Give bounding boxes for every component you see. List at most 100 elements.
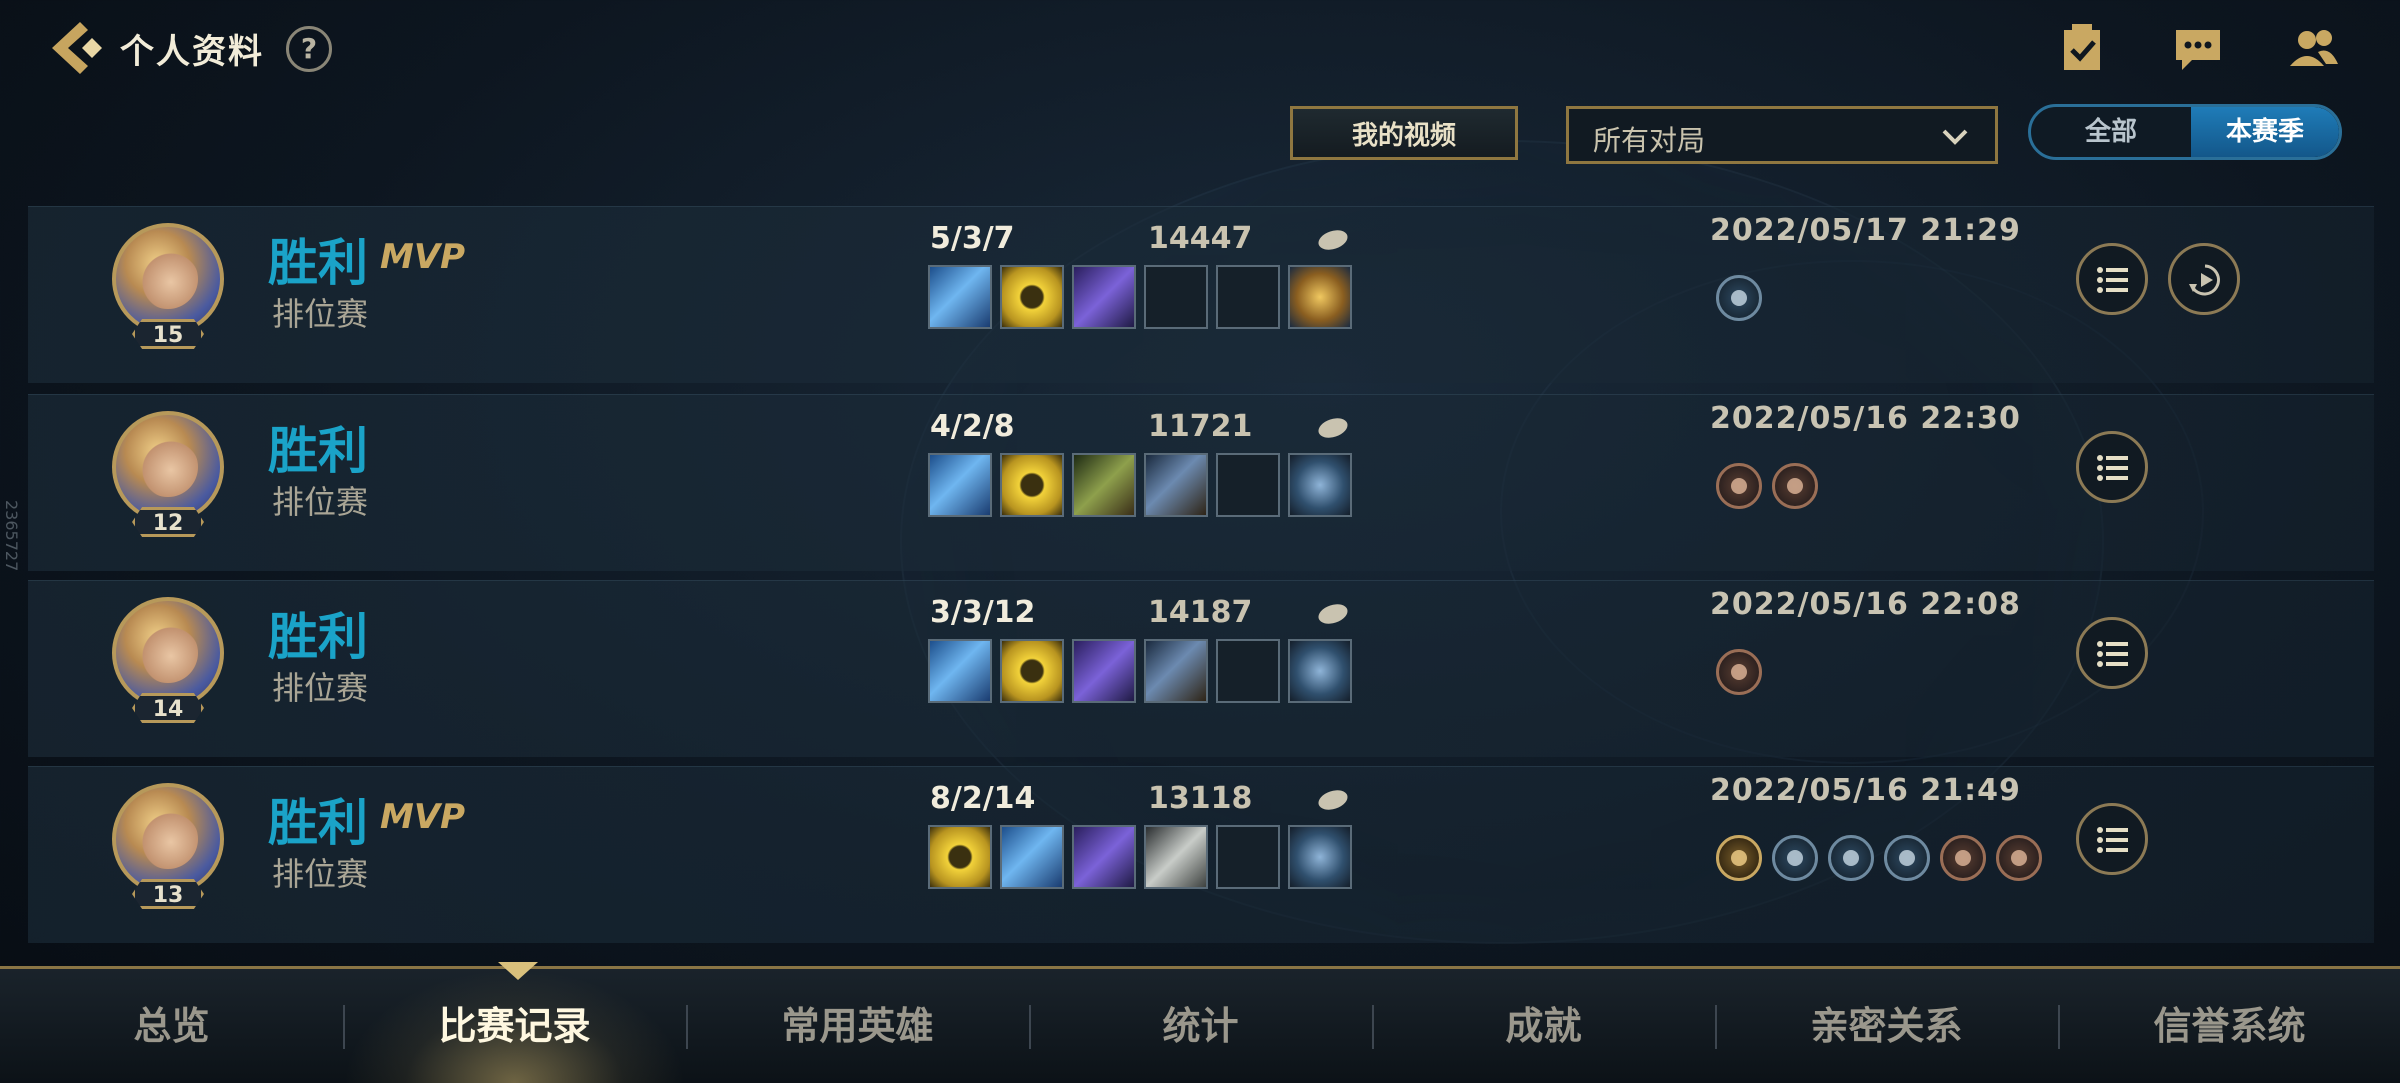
gold-coin-icon: [1315, 226, 1351, 254]
empty-item-icon[interactable]: [1144, 265, 1208, 329]
medal-emblem: [1787, 850, 1803, 866]
bow-item-icon[interactable]: [1144, 453, 1208, 517]
back-chevron-icon: [52, 22, 102, 74]
gold-triangle-item-icon[interactable]: [1000, 639, 1064, 703]
nav-separator: [1715, 1005, 1717, 1049]
green-dagger-item-icon[interactable]: [1072, 453, 1136, 517]
game-mode: 排位赛: [272, 483, 369, 521]
nav-separator: [2058, 1005, 2060, 1049]
purple-blade-item-icon[interactable]: [1072, 265, 1136, 329]
blue-medal-icon[interactable]: [1828, 835, 1874, 881]
medal-emblem: [2011, 850, 2027, 866]
blue-blade-item-icon[interactable]: [928, 639, 992, 703]
match-details-button[interactable]: [2076, 803, 2148, 875]
bronze-medal-icon[interactable]: [1996, 835, 2042, 881]
friends-icon[interactable]: [2288, 22, 2340, 74]
blue-trinket-item-icon[interactable]: [1288, 639, 1352, 703]
match-details-button[interactable]: [2076, 617, 2148, 689]
medal-emblem: [1787, 478, 1803, 494]
gold-coin-icon: [1315, 600, 1351, 628]
medal-emblem: [1731, 290, 1747, 306]
champion-avatar: [112, 783, 224, 895]
match-row[interactable]: 14 胜利 排位赛 3/3/12 14187 2022/05/16 22:08: [28, 580, 2374, 757]
nav-tab[interactable]: 总览: [0, 969, 343, 1083]
empty-item-icon[interactable]: [1216, 639, 1280, 703]
gold-triangle-item-icon[interactable]: [1000, 453, 1064, 517]
active-tab-pointer-icon: [498, 962, 538, 980]
champion-portrait: [138, 623, 198, 683]
blue-blade-item-icon[interactable]: [928, 265, 992, 329]
champion-level-badge: 15: [132, 319, 204, 349]
match-datetime: 2022/05/16 22:08: [1710, 587, 2021, 622]
gold-medal-icon[interactable]: [1716, 835, 1762, 881]
blue-trinket-item-icon[interactable]: [1288, 453, 1352, 517]
purple-blade-item-icon[interactable]: [1072, 639, 1136, 703]
gold-coin-icon: [1315, 786, 1351, 814]
empty-item-icon[interactable]: [1216, 825, 1280, 889]
kda-stats: 4/2/8: [930, 409, 1015, 444]
gold-trinket-item-icon[interactable]: [1288, 265, 1352, 329]
champion-level-badge: 13: [132, 879, 204, 909]
nav-tab[interactable]: 信誉系统: [2058, 969, 2400, 1083]
nav-tab[interactable]: 常用英雄: [686, 969, 1029, 1083]
medal-emblem: [1899, 850, 1915, 866]
bottom-nav: 总览 比赛记录 常用英雄 统计 成就 亲密关系 信誉系统: [0, 966, 2400, 1083]
empty-item-icon[interactable]: [1216, 265, 1280, 329]
gold-earned: 14187: [1148, 595, 1253, 630]
gold-triangle-item-icon[interactable]: [928, 825, 992, 889]
gold-coin-icon: [1315, 414, 1351, 442]
nav-tab[interactable]: 成就: [1372, 969, 1715, 1083]
bronze-medal-icon[interactable]: [1716, 649, 1762, 695]
champion-avatar: [112, 223, 224, 335]
bronze-medal-icon[interactable]: [1772, 463, 1818, 509]
nav-tab[interactable]: 亲密关系: [1715, 969, 2058, 1083]
season-toggle[interactable]: 全部 本赛季: [2028, 104, 2342, 160]
gold-earned: 11721: [1148, 409, 1253, 444]
match-details-button[interactable]: [2076, 431, 2148, 503]
my-videos-button[interactable]: 我的视频: [1290, 106, 1518, 160]
blue-medal-icon[interactable]: [1884, 835, 1930, 881]
kda-stats: 3/3/12: [930, 595, 1036, 630]
bronze-medal-icon[interactable]: [1716, 463, 1762, 509]
purple-blade-item-icon[interactable]: [1072, 825, 1136, 889]
nav-tab[interactable]: 统计: [1029, 969, 1372, 1083]
empty-item-icon[interactable]: [1216, 453, 1280, 517]
toggle-this-season[interactable]: 本赛季: [2191, 107, 2339, 157]
nav-separator: [343, 1005, 345, 1049]
mvp-label: MVP: [380, 797, 466, 837]
match-row[interactable]: 15 胜利 MVP 排位赛 5/3/7 14447 2022/05/17 21:…: [28, 206, 2374, 383]
gold-earned: 14447: [1148, 221, 1253, 256]
replay-button[interactable]: [2168, 243, 2240, 315]
bronze-medal-icon[interactable]: [1940, 835, 1986, 881]
silver-blade-item-icon[interactable]: [1144, 825, 1208, 889]
medal-emblem: [1955, 850, 1971, 866]
champion-avatar: [112, 411, 224, 523]
chat-icon[interactable]: [2172, 22, 2224, 74]
toggle-all[interactable]: 全部: [2031, 107, 2191, 157]
match-row[interactable]: 12 胜利 排位赛 4/2/8 11721 2022/05/16 22:30: [28, 394, 2374, 571]
header: 个人资料 ?: [0, 0, 2400, 100]
list-icon: [2097, 827, 2128, 853]
blue-blade-item-icon[interactable]: [928, 453, 992, 517]
champion-avatar: [112, 597, 224, 709]
medal-emblem: [1731, 850, 1747, 866]
match-datetime: 2022/05/16 21:49: [1710, 773, 2021, 808]
bow-item-icon[interactable]: [1144, 639, 1208, 703]
daily-task-icon[interactable]: [2056, 22, 2108, 74]
back-button[interactable]: [44, 18, 108, 78]
match-row[interactable]: 13 胜利 MVP 排位赛 8/2/14 13118 2022/05/16 21…: [28, 766, 2374, 943]
nav-tab[interactable]: 比赛记录: [343, 969, 686, 1083]
help-button[interactable]: ?: [286, 26, 332, 72]
blue-trinket-item-icon[interactable]: [1288, 825, 1352, 889]
gold-triangle-item-icon[interactable]: [1000, 265, 1064, 329]
blue-blade-item-icon[interactable]: [1000, 825, 1064, 889]
match-filter-dropdown[interactable]: 所有对局: [1566, 106, 1998, 164]
match-result: 胜利: [268, 794, 368, 852]
match-result: 胜利: [268, 422, 368, 480]
blue-medal-icon[interactable]: [1772, 835, 1818, 881]
blue-medal-icon[interactable]: [1716, 275, 1762, 321]
nav-separator: [1372, 1005, 1374, 1049]
game-mode: 排位赛: [272, 295, 369, 333]
champion-level-badge: 14: [132, 693, 204, 723]
match-details-button[interactable]: [2076, 243, 2148, 315]
